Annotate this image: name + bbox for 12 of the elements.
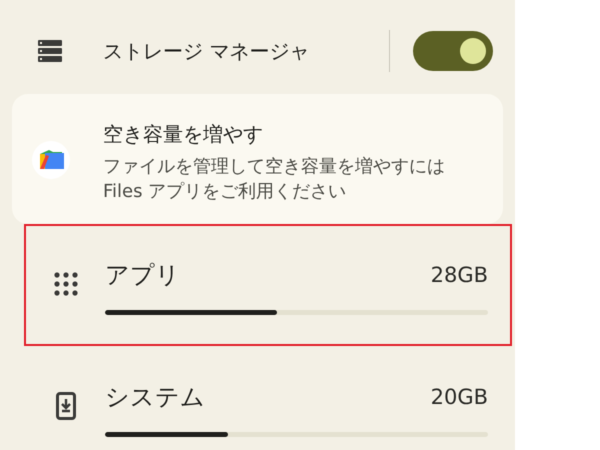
card-description: ファイルを管理して空き容量を増やすには Files アプリをご利用ください: [103, 155, 446, 204]
setting-label: ストレージ マネージャ: [103, 38, 310, 64]
folder-icon: [32, 141, 70, 179]
grid-dots-icon: [54, 272, 78, 296]
category-name: アプリ: [105, 260, 180, 291]
category-size: 20GB: [430, 385, 488, 409]
phone-download-icon: [56, 392, 76, 420]
toggle-switch[interactable]: [413, 31, 493, 71]
card-title: 空き容量を増やす: [103, 121, 264, 148]
storage-icon: [38, 40, 62, 62]
category-size: 28GB: [430, 263, 488, 287]
category-name: システム: [105, 382, 205, 413]
